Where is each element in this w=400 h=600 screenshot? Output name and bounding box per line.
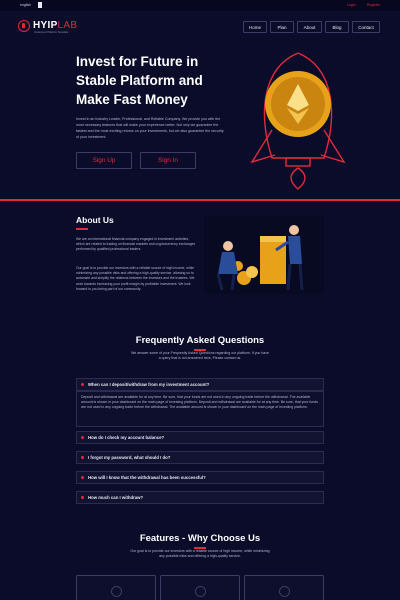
faq-bullet-icon [81,383,84,386]
about-title: About Us [76,215,114,225]
brand-tagline: Investment Platform Template [34,31,69,34]
about-paragraph-1: We are an international financial compan… [76,237,196,252]
brand-name-accent: LAB [57,20,78,31]
faq-question[interactable]: How will I know that the withdrawal has … [76,471,324,484]
top-bar: english Login Register [0,0,400,11]
faq-question-label: When can I deposit/withdraw from my inve… [88,382,210,387]
nav-plan[interactable]: Plan [270,21,294,33]
faq-bullet-icon [81,476,84,479]
signin-button[interactable]: Sign In [140,152,196,169]
language-selector[interactable]: english [20,3,31,7]
feature-icon [195,586,206,597]
brand-name-main: HYIP [33,20,58,31]
faq-question[interactable]: How much can I withdraw? [76,491,324,504]
ethereum-coin-icon [265,71,331,137]
rocket-icon [250,52,346,190]
faq-bullet-icon [81,436,84,439]
faq-subtitle: We answer some of your Frequently Asked … [131,351,269,361]
features-subtitle: Our goal is to provide our investors wit… [130,549,270,559]
feature-card [160,575,240,600]
login-link[interactable]: Login [347,3,356,7]
feature-icon [111,586,122,597]
register-link[interactable]: Register [367,3,380,7]
faq-title: Frequently Asked Questions [135,335,265,346]
feature-card [244,575,324,600]
faq-question-label: How do I check my account balance? [88,435,165,440]
faq-question[interactable]: When can I deposit/withdraw from my inve… [76,378,324,391]
faq-question[interactable]: How do I check my account balance? [76,431,324,444]
logo-icon[interactable] [18,20,30,32]
nav-about[interactable]: About [297,21,322,33]
about-paragraph-2: Our goal is to provide our investors wit… [76,266,195,291]
section-divider [0,199,400,201]
brand-name[interactable]: HYIPLAB [33,20,77,31]
about-title-underline [76,228,88,230]
signup-button[interactable]: Sign Up [76,152,132,169]
investment-illustration [204,216,324,294]
faq-bullet-icon [81,496,84,499]
faq-bullet-icon [81,456,84,459]
hero-title: Invest for Future in Stable Platform and… [76,54,203,107]
nav-blog[interactable]: Blog [325,21,349,33]
language-dropdown-icon[interactable] [38,2,42,8]
nav-contact[interactable]: Contact [352,21,380,33]
feature-card [76,575,156,600]
faq-question-label: How will I know that the withdrawal has … [88,475,206,480]
faq-answer: Deposit and withdrawal are available for… [76,391,324,427]
features-title: Features - Why Choose Us [139,533,261,544]
faq-question[interactable]: I forgot my password, what should I do? [76,451,324,464]
hero-text: Invest in an Industry Leader, Profession… [76,117,224,139]
nav-home[interactable]: Home [243,21,267,33]
faq-question-label: How much can I withdraw? [88,495,144,500]
feature-icon [279,586,290,597]
faq-question-label: I forgot my password, what should I do? [88,455,171,460]
